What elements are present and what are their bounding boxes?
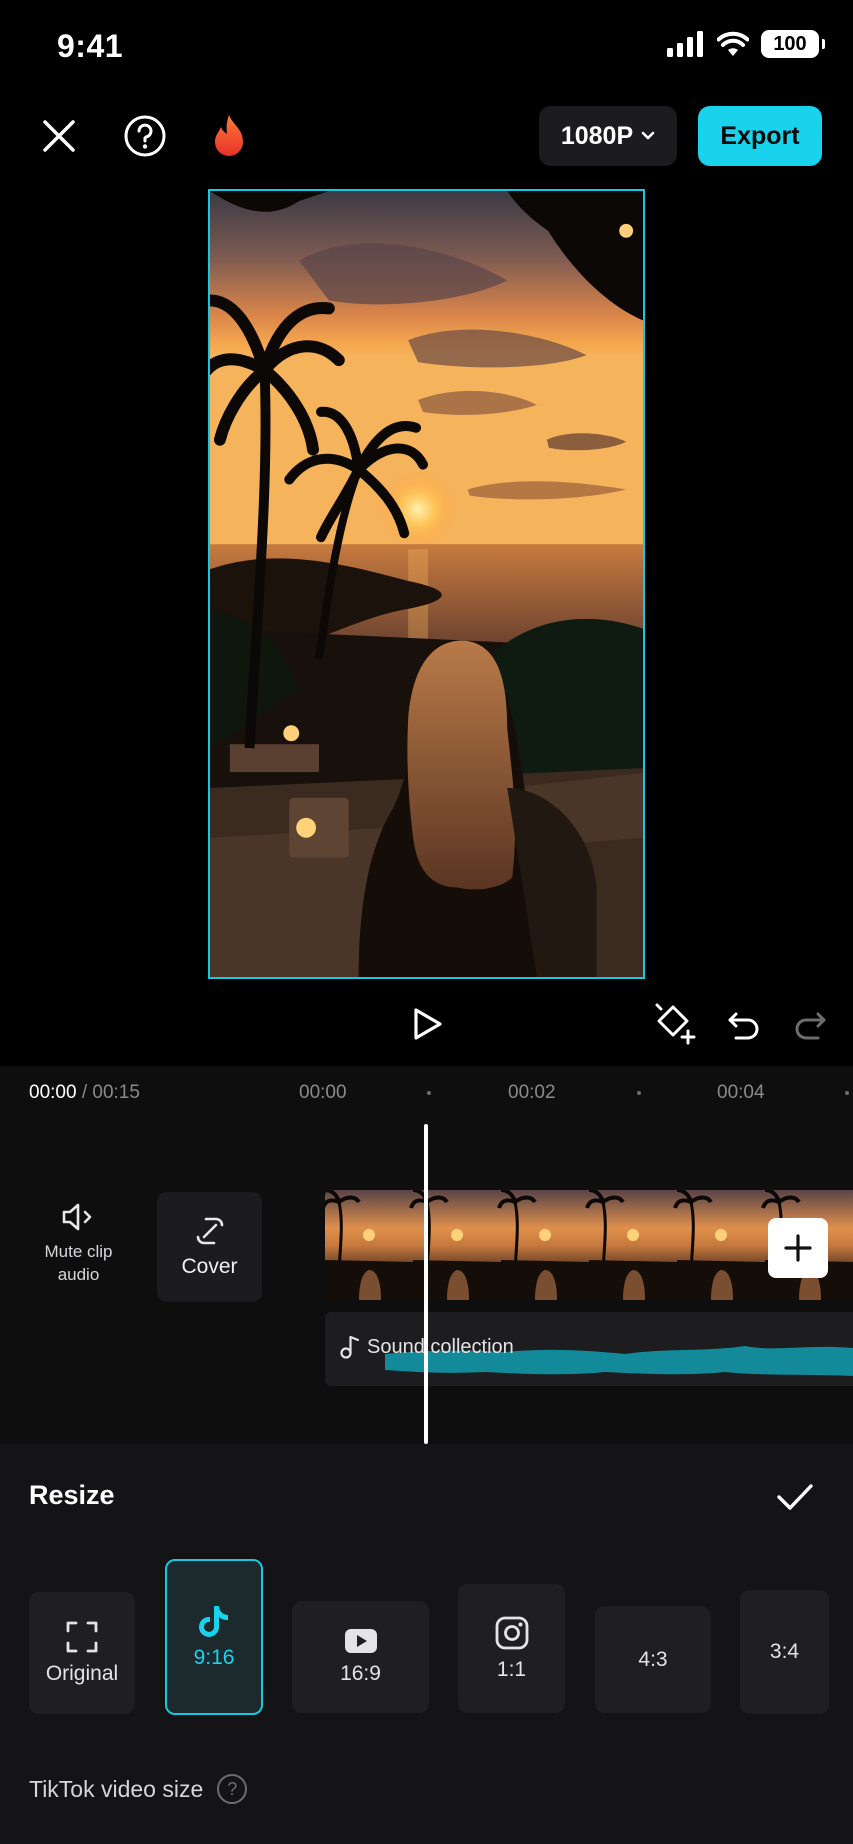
- speaker-icon: [62, 1203, 91, 1231]
- size-note-text: TikTok video size: [29, 1775, 204, 1802]
- tiktok-icon: [199, 1606, 228, 1637]
- help-button[interactable]: [121, 112, 169, 160]
- play-icon: [414, 1008, 442, 1040]
- ruler-tick-label: 00:02: [508, 1082, 556, 1103]
- cover-label: Cover: [181, 1255, 238, 1278]
- ratio-option-3-4[interactable]: 3:4: [740, 1590, 829, 1714]
- export-button[interactable]: Export: [698, 106, 822, 166]
- keyframe-add-icon: [655, 1003, 696, 1045]
- confirm-button[interactable]: [770, 1472, 820, 1522]
- video-preview[interactable]: [208, 189, 645, 979]
- resize-panel: Resize Original 9:16 16:9 1:1 4:3 3:4 Ti…: [0, 1444, 853, 1844]
- close-icon: [43, 120, 75, 152]
- ratio-option-original[interactable]: Original: [29, 1592, 135, 1714]
- redo-icon: [795, 1012, 826, 1040]
- ratio-option-1-1[interactable]: 1:1: [458, 1584, 565, 1713]
- plus-icon: [784, 1234, 812, 1262]
- cover-edit-icon: [196, 1217, 223, 1245]
- resolution-dropdown[interactable]: 1080P: [539, 106, 677, 166]
- keyframe-button[interactable]: [652, 1000, 700, 1048]
- panel-title: Resize: [29, 1480, 115, 1510]
- signal-icon: [667, 31, 703, 57]
- help-icon[interactable]: ?: [217, 1774, 248, 1804]
- ratio-option-4-3[interactable]: 4:3: [595, 1606, 711, 1713]
- status-icons: 100: [667, 30, 825, 58]
- ruler-tick-label: 00:04: [717, 1082, 765, 1103]
- flame-icon: [215, 115, 243, 156]
- ruler-dot: [427, 1091, 431, 1095]
- mute-clip-audio-button[interactable]: Mute clip audio: [26, 1192, 131, 1296]
- ruler-dot: [637, 1091, 641, 1095]
- help-icon: [124, 115, 166, 157]
- ratio-label: 9:16: [193, 1646, 235, 1669]
- status-bar: 9:41 100: [0, 0, 853, 96]
- playback-controls: [0, 996, 853, 1052]
- ratio-option-9-16[interactable]: 9:16: [165, 1559, 263, 1715]
- size-note: TikTok video size ?: [29, 1774, 248, 1804]
- ratio-option-16-9[interactable]: 16:9: [292, 1601, 429, 1713]
- cover-button[interactable]: Cover: [157, 1192, 262, 1302]
- chevron-down-icon: [641, 131, 655, 140]
- audio-track[interactable]: Sound collection: [325, 1312, 853, 1386]
- youtube-icon: [344, 1629, 377, 1653]
- music-note-icon: [340, 1335, 360, 1359]
- status-time: 9:41: [57, 28, 124, 64]
- ratio-label: 4:3: [638, 1647, 668, 1671]
- ratio-label: 16:9: [340, 1662, 381, 1685]
- play-button[interactable]: [403, 1000, 451, 1048]
- undo-icon: [728, 1012, 759, 1040]
- current-time: 00:00: [29, 1082, 77, 1103]
- mute-clip-audio-label: Mute clip audio: [44, 1242, 113, 1284]
- checkmark-icon: [777, 1484, 813, 1510]
- total-time: / 00:15: [81, 1082, 140, 1103]
- timecode: 00:00 / 00:15: [29, 1082, 140, 1104]
- ratio-label: Original: [45, 1662, 119, 1685]
- redo-button[interactable]: [786, 1000, 834, 1048]
- playhead[interactable]: [424, 1124, 428, 1444]
- close-button[interactable]: [35, 112, 83, 160]
- preview-frame-image: [210, 191, 643, 977]
- ruler-dot: [845, 1091, 849, 1095]
- trending-button[interactable]: [205, 112, 253, 160]
- top-toolbar: 1080P Export: [0, 100, 853, 172]
- wifi-icon: [717, 31, 749, 56]
- resolution-label: 1080P: [560, 121, 634, 150]
- instagram-icon: [495, 1616, 528, 1649]
- undo-button[interactable]: [720, 1000, 768, 1048]
- audio-track-label: Sound collection: [367, 1336, 514, 1358]
- battery-indicator: 100: [761, 30, 825, 58]
- ratio-label: 3:4: [769, 1640, 800, 1663]
- expand-frame-icon: [66, 1621, 98, 1653]
- ratio-label: 1:1: [496, 1657, 527, 1681]
- ruler-tick-label: 00:00: [299, 1082, 347, 1103]
- add-clip-button[interactable]: [768, 1218, 828, 1278]
